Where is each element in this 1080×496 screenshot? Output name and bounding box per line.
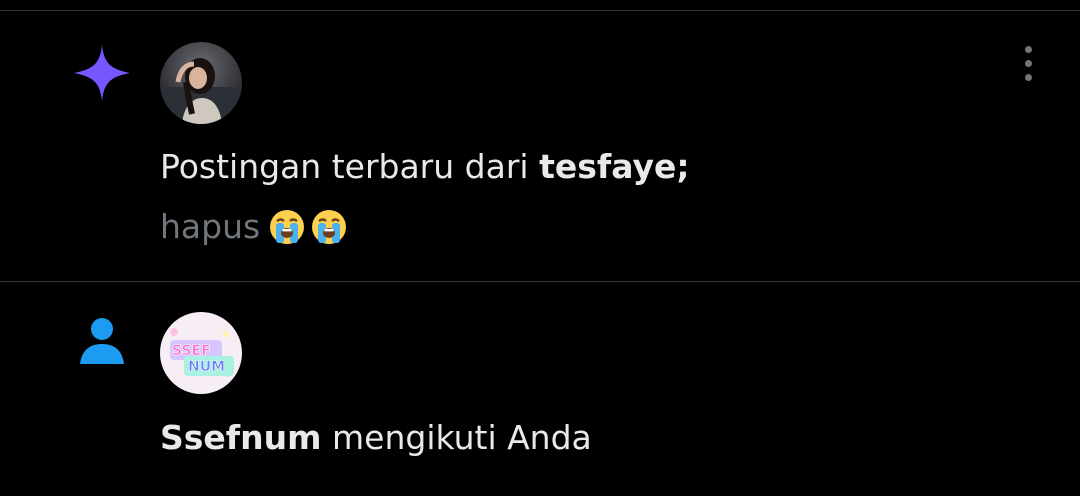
notification-text: Ssefnum mengikuti Anda: [160, 418, 592, 458]
sparkle-icon: [70, 41, 134, 105]
post-preview-text: hapus: [160, 207, 261, 246]
loudly-crying-face-emoji-icon: [270, 210, 305, 244]
more-vertical-icon-dot: [1024, 45, 1032, 53]
avatar[interactable]: [160, 42, 242, 124]
more-vertical-icon-dot: [1024, 73, 1032, 81]
notification-new-post[interactable]: Postingan terbaru dari tesfaye; hapus: [0, 11, 1080, 281]
notification-text-suffix: mengikuti Anda: [321, 418, 592, 457]
avatar[interactable]: SSEF NUM: [160, 312, 242, 394]
post-preview[interactable]: hapus: [160, 207, 348, 247]
loudly-crying-face-emoji-icon: [312, 210, 347, 244]
notification-new-follower[interactable]: SSEF NUM Ssefnum mengikuti Anda: [0, 282, 1080, 496]
avatar-logo-text-top: SSEF: [172, 343, 211, 359]
more-vertical-icon-dot: [1024, 59, 1032, 67]
person-icon: [70, 310, 134, 374]
avatar-logo-text-bottom: NUM: [188, 359, 225, 375]
more-options-button[interactable]: [1008, 43, 1048, 83]
author-name[interactable]: tesfaye;: [539, 147, 690, 186]
notification-text-prefix: Postingan terbaru dari: [160, 147, 540, 186]
notification-text: Postingan terbaru dari tesfaye;: [160, 147, 690, 187]
follower-name[interactable]: Ssefnum: [160, 418, 322, 457]
